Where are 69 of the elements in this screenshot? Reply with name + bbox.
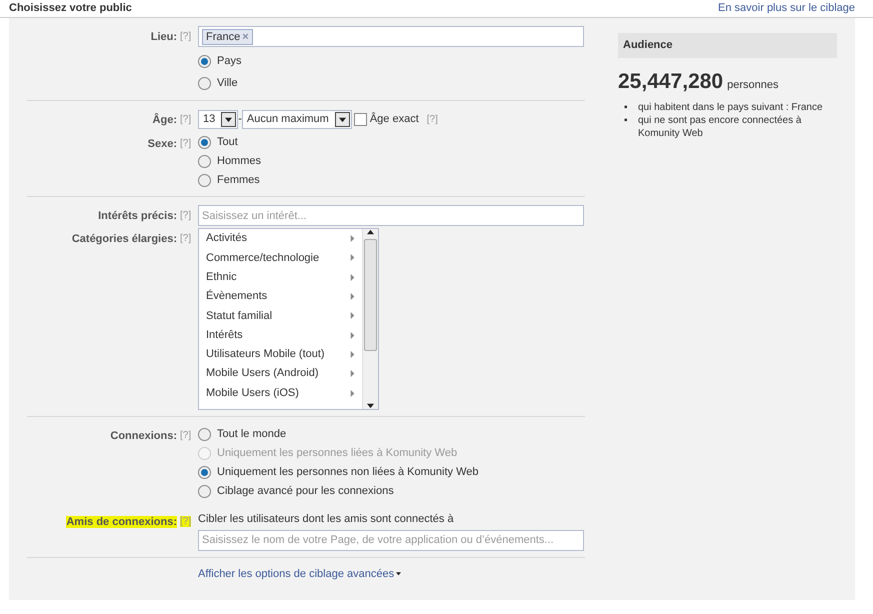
submenu-arrow-icon (349, 235, 356, 242)
submenu-arrow-icon (349, 312, 356, 320)
audience-criterion: qui ne sont pas encore connectées à Komunity Web (638, 114, 802, 140)
location-token[interactable]: France × (202, 29, 253, 45)
age-min-select[interactable]: 13 (198, 110, 238, 128)
category-item[interactable]: Commerce/technologie (199, 248, 362, 268)
category-item[interactable]: Activités (199, 229, 362, 248)
field-label: Catégories élargies: (72, 233, 177, 245)
option-label: Hommes (217, 154, 262, 170)
checkbox-label: Âge exact (370, 111, 419, 127)
highlighted-label: Amis de connexions: (66, 516, 177, 528)
submenu-arrow-icon (349, 254, 356, 262)
radio-button[interactable] (198, 76, 211, 90)
option-label: Tout (217, 135, 238, 150)
bullet-marker: ▪ (624, 114, 629, 128)
radio-button[interactable] (198, 54, 211, 68)
field-label: Âge: (152, 114, 177, 126)
submenu-arrow-icon (349, 332, 356, 339)
field-label: Connexions: (110, 430, 177, 442)
page-name-field[interactable]: Saisissez le nom de votre Page, de votre application ou d’événements... (198, 530, 584, 550)
option-label: Tout le monde (217, 427, 286, 442)
category-item[interactable]: Mobile Users (Android) (199, 364, 362, 384)
learn-more-link[interactable]: En savoir plus sur le ciblage (718, 0, 855, 16)
radio-button[interactable] (198, 428, 211, 441)
field-description: Cibler les utilisateurs dont les amis sont connectés à (198, 512, 455, 527)
count-unit: personnes (727, 78, 778, 90)
section-title: Choisissez votre public (9, 1, 132, 16)
category-item[interactable]: Ethnic (199, 268, 362, 287)
interest-field[interactable]: Saisissez un intérêt... (198, 205, 584, 226)
dropdown-arrow-icon (225, 116, 232, 122)
option-label: Pays (217, 54, 242, 69)
field-label: Sexe: (148, 138, 177, 150)
radio-button[interactable] (198, 466, 211, 479)
bullet-marker: ▪ (624, 101, 629, 114)
radio-button[interactable] (198, 174, 211, 187)
submenu-arrow-icon (349, 293, 356, 300)
dash: - (238, 112, 242, 127)
audience-count: 25,447,280 (618, 70, 724, 92)
category-list[interactable]: Activités Commerce/technologie Ethnic Évènements Statut familial Intérêts Utilisateurs Mobile (tout) Mobile Users (Android) Mobile Users (iOS) (198, 228, 379, 410)
category-item[interactable]: Mobile Users (iOS) (199, 383, 362, 403)
category-item[interactable]: Utilisateurs Mobile (tout) (199, 344, 362, 364)
option-label: Uniquement les personnes non liées à Komunity Web (217, 465, 479, 480)
audience-criterion: qui habitent dans le pays suivant : France (638, 101, 823, 114)
radio-button[interactable] (198, 155, 211, 168)
category-item[interactable]: Intérêts (199, 325, 362, 345)
scroll-down-icon (367, 402, 374, 409)
location-field[interactable]: France × (198, 26, 584, 47)
advanced-options-link[interactable]: Afficher les options de ciblage avancées (198, 568, 402, 580)
caret-icon (396, 571, 402, 576)
scroll-up-icon (367, 229, 374, 236)
category-item[interactable]: Évènements (199, 286, 362, 306)
submenu-arrow-icon (349, 274, 356, 281)
submenu-arrow-icon (349, 390, 356, 397)
option-label: Femmes (217, 173, 260, 188)
option-label: Ciblage avancé pour les connexions (217, 484, 394, 500)
age-max-select[interactable]: Aucun maximum (242, 110, 352, 128)
field-label: Lieu: (150, 31, 177, 43)
radio-button[interactable] (198, 136, 211, 149)
category-item[interactable]: Statut familial (199, 306, 362, 326)
checkbox[interactable] (354, 112, 367, 126)
option-label: Ville (217, 76, 238, 91)
scrollbar[interactable] (362, 229, 378, 409)
audience-header: Audience (618, 33, 837, 58)
dropdown-arrow-icon (338, 116, 346, 122)
field-label: Intérêts précis: (98, 210, 177, 222)
submenu-arrow-icon (349, 370, 356, 378)
submenu-arrow-icon (349, 350, 356, 358)
radio-button[interactable] (198, 485, 211, 498)
option-label: Uniquement les personnes liées à Komunity Web (217, 446, 458, 462)
